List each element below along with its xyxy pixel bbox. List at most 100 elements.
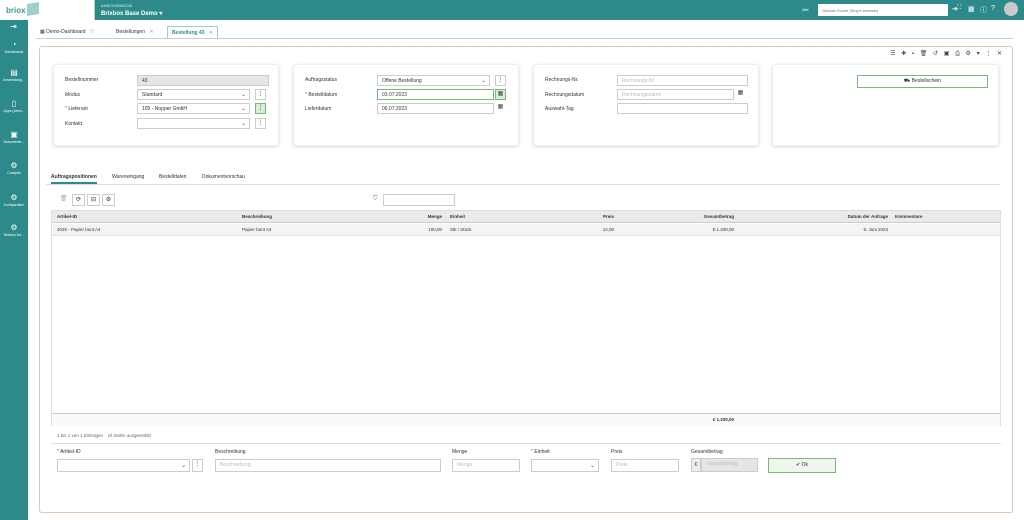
question-icon[interactable]: ? — [991, 5, 995, 12]
card-invoice: Rechnungs-Nr. Rechnungs-Nr. Rechnungsdat… — [533, 64, 759, 146]
entry-einheit-select[interactable]: ⌄ — [531, 459, 599, 472]
entry-menge-input[interactable]: Menge — [452, 459, 520, 472]
col-menge[interactable]: Menge — [397, 214, 442, 219]
modus-more-button[interactable]: ⋮ — [255, 89, 266, 100]
grid-filter-input[interactable] — [383, 194, 455, 206]
sidebar-item-konfiguration[interactable]: ⚙ Konfiguration — [0, 193, 28, 207]
modus-select[interactable]: Standard ⌄ — [137, 89, 250, 100]
col-artikel-id[interactable]: Artikel-ID — [57, 214, 77, 219]
grid-settings-icon[interactable]: ⚙ — [102, 194, 115, 206]
calendar-icon[interactable]: ▦ — [735, 89, 746, 100]
tab-bestellung-43[interactable]: Bestellung 43 ✕ — [167, 26, 219, 38]
fullscreen-icon[interactable]: ⛶ — [957, 5, 961, 12]
auftragsstatus-select[interactable]: Offene Bestellung ⌄ — [377, 75, 490, 86]
sidebar-collapse-icon[interactable]: ⇥ — [10, 22, 17, 31]
ok-label: Ok — [801, 462, 808, 468]
tab-auftragspositionen[interactable]: Auftragspositionen — [51, 172, 97, 184]
lieferant-select[interactable]: 105 - Nopper GmbH ⌄ — [137, 103, 250, 114]
save-icon[interactable]: ▪ — [912, 51, 914, 57]
avatar[interactable] — [1004, 2, 1018, 16]
auftragsstatus-more-button[interactable]: ⋮ — [495, 75, 506, 86]
list-icon[interactable]: ☰ — [890, 51, 895, 57]
entry-gesamt-label: Gesamtbetrag — [691, 449, 723, 455]
calendar-icon[interactable]: ▦ — [495, 103, 506, 114]
close-icon[interactable]: ✕ — [149, 29, 153, 35]
entry-beschreibung-input[interactable]: Beschreibung — [215, 459, 441, 472]
bestellschein-label: Bestellschein — [911, 78, 942, 84]
sidebar-item-dokumente[interactable]: ▣ Dokumente... — [0, 130, 28, 144]
tab-demo-dashboard[interactable]: ▦ Demo-Dashboard ▽ — [36, 26, 98, 38]
delete-icon[interactable]: 🗑 — [920, 51, 928, 57]
card-order-status: Auftragsstatus Offene Bestellung ⌄ ⋮ * Be… — [293, 64, 519, 146]
rechnungsnr-input[interactable]: Rechnungs-Nr. — [617, 75, 748, 86]
tab-bestellungen[interactable]: Bestellungen ✕ — [112, 26, 158, 38]
grid-icon[interactable]: ▦ — [968, 5, 975, 13]
cell-einheit: Stk / Stück — [450, 227, 472, 232]
sidebar-item-apps[interactable]: ▯ Apps (Admi... — [0, 99, 28, 113]
auftragsstatus-label: Auftragsstatus — [305, 77, 337, 83]
tenant-switcher[interactable]: Brixbox Base Demo ▾ — [101, 10, 162, 17]
bestelldatum-input[interactable]: 03.07.2023 — [377, 89, 494, 100]
entry-artikel-more-button[interactable]: ⋮ — [192, 459, 203, 472]
card-order-info: Bestellnummer 43 Modus Standard ⌄ ⋮ * Lie… — [53, 64, 279, 146]
settings-icon[interactable]: ⚙ — [966, 51, 971, 57]
kontakt-select[interactable]: ⌄ — [137, 118, 250, 129]
lieferant-more-button[interactable]: ⋮ — [255, 103, 266, 114]
tab-grid-icon: ▦ — [40, 29, 45, 35]
close-icon[interactable]: ✕ — [997, 51, 1002, 57]
col-preis[interactable]: Preis — [562, 214, 614, 219]
auswahltag-label: Auswahl-Tag — [545, 106, 574, 112]
kontakt-label: Kontakt — [65, 121, 82, 127]
grid-footer: € 1.200,00 — [52, 413, 1000, 426]
add-icon[interactable]: ✚ — [901, 51, 906, 57]
logo-area[interactable]: briox — [0, 0, 95, 20]
search-scope[interactable]: Alle — [802, 7, 809, 12]
col-datum-anfrage[interactable]: Datum der Anfrage — [802, 214, 888, 219]
lieferdatum-input[interactable]: 06.07.2023 — [377, 103, 494, 114]
sidebar-item-cockpits[interactable]: ⚙ Cockpits — [0, 161, 28, 175]
chevron-down-icon: ⌄ — [589, 463, 595, 469]
print-icon[interactable]: ⎙ — [955, 51, 960, 57]
table-row[interactable]: 4025 - Papier bunt A4 Papier bunt A4 100… — [52, 224, 1000, 236]
lieferant-label: * Lieferant — [65, 106, 88, 112]
entry-preis-label: Preis — [611, 449, 623, 455]
info-icon[interactable]: ⓘ — [980, 5, 987, 15]
cell-beschreibung: Papier bunt A4 — [242, 227, 272, 232]
sidebar-item-dashboards[interactable]: ◔ Dashboards — [0, 40, 28, 54]
pager-info: 1 bis 1 von 1 Einträgen (0 Zeilen ausgewä… — [57, 433, 151, 438]
copy-icon[interactable]: ▣ — [944, 51, 950, 57]
bestelldatum-label: * Bestelldatum — [305, 92, 338, 98]
sidebar-item-anwendungen[interactable]: ▤ Anwendung... — [0, 68, 28, 82]
sidebar-item-label: Anwendung... — [3, 78, 25, 82]
trash-icon[interactable]: 🗑 — [57, 194, 70, 206]
more-icon[interactable]: ⋮ — [985, 51, 991, 57]
cell-datum-anfrage: 9. Juni 2023 — [863, 227, 888, 232]
pager-count: 1 bis 1 von 1 Einträgen — [57, 433, 104, 438]
export-icon[interactable]: ⊟ — [87, 194, 100, 206]
tab-dropdown-icon[interactable]: ▽ — [90, 29, 94, 35]
entry-preis-input[interactable]: Preis — [611, 459, 679, 472]
history-icon[interactable]: ↺ — [933, 51, 938, 57]
ok-button[interactable]: ✔ Ok — [768, 458, 836, 473]
entry-artikel-select[interactable]: ⌄ — [57, 459, 190, 472]
col-gesamtbetrag[interactable]: Gesamtbetrag — [652, 214, 734, 219]
chevron-down-icon[interactable]: ▾ — [977, 51, 980, 57]
kontakt-more-button[interactable]: ⋮ — [255, 118, 266, 129]
bestellschein-button[interactable]: ⛟ Bestellschein — [857, 75, 988, 88]
col-einheit[interactable]: Einheit — [450, 214, 465, 219]
calendar-icon[interactable]: ▦ — [495, 89, 506, 100]
global-search-input[interactable] — [818, 4, 948, 16]
refresh-icon[interactable]: ⟳ — [72, 194, 85, 206]
close-icon[interactable]: ✕ — [209, 30, 213, 36]
col-beschreibung[interactable]: Beschreibung — [242, 214, 272, 219]
tab-wareneingang[interactable]: Wareneingang — [112, 172, 144, 182]
sidebar-item-brixbox-admin[interactable]: ⚙ Brixbox Ad... — [0, 223, 28, 237]
entry-artikel-label: * Artikel-ID — [57, 449, 81, 455]
col-kommentare[interactable]: Kommentare — [895, 214, 923, 219]
truck-icon: ⛟ — [903, 78, 911, 84]
tab-dokumentvorschau[interactable]: Dokumentvorschau — [202, 172, 245, 182]
lieferant-value: 105 - Nopper GmbH — [142, 106, 188, 112]
auswahltag-input[interactable] — [617, 103, 748, 114]
rechnungsdatum-input[interactable]: Rechnungsdatum — [617, 89, 734, 100]
tab-bestelldaten[interactable]: Bestelldaten — [159, 172, 187, 182]
